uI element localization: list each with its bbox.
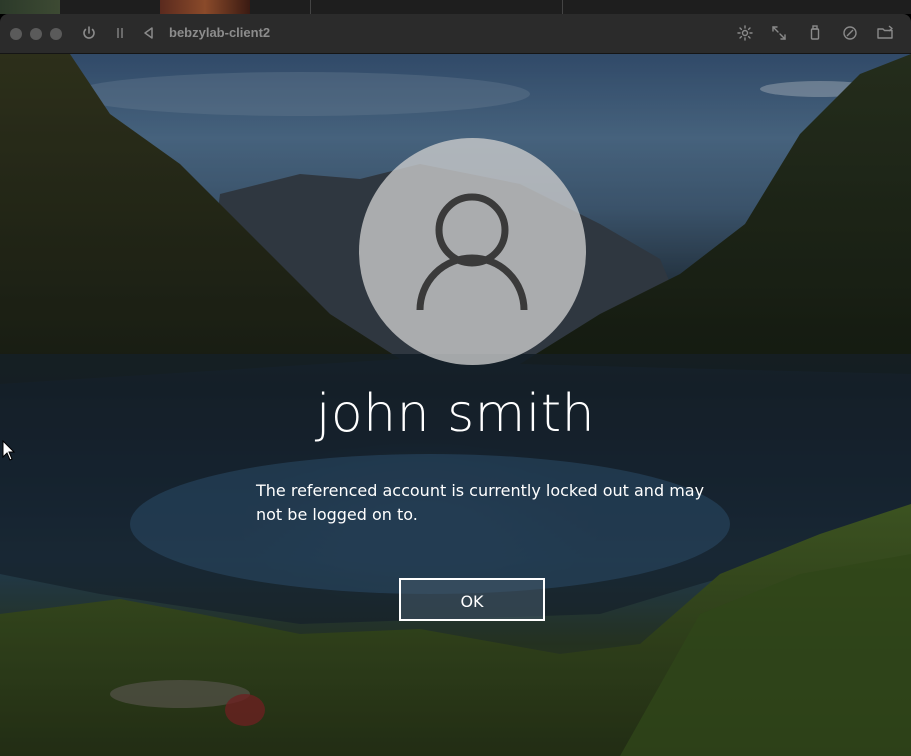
power-icon[interactable]	[80, 24, 98, 42]
user-avatar	[359, 138, 586, 365]
user-icon	[416, 193, 528, 310]
background-windows-strip	[0, 0, 911, 14]
ok-button[interactable]: OK	[399, 578, 545, 621]
window-thumbnail	[0, 0, 60, 14]
vm-title: bebzylab-client2	[169, 25, 271, 40]
brightness-icon[interactable]	[736, 24, 754, 42]
usb-icon[interactable]	[806, 24, 824, 42]
divider	[562, 0, 563, 14]
disc-icon[interactable]	[841, 24, 859, 42]
back-icon[interactable]	[140, 24, 158, 42]
vm-window-toolbar: bebzylab-client2	[0, 14, 911, 54]
divider	[310, 0, 311, 14]
mouse-pointer-icon	[2, 440, 16, 461]
window-thumbnail	[160, 0, 250, 14]
folder-share-icon[interactable]	[876, 24, 894, 42]
username-label: john smith	[315, 384, 596, 444]
pause-icon[interactable]	[111, 24, 129, 42]
lock-screen: john smith The referenced account is cur…	[0, 54, 911, 756]
minimize-window-button[interactable]	[30, 28, 42, 40]
close-window-button[interactable]	[10, 28, 22, 40]
lockout-message: The referenced account is currently lock…	[256, 481, 705, 524]
resize-icon[interactable]	[770, 24, 788, 42]
zoom-window-button[interactable]	[50, 28, 62, 40]
